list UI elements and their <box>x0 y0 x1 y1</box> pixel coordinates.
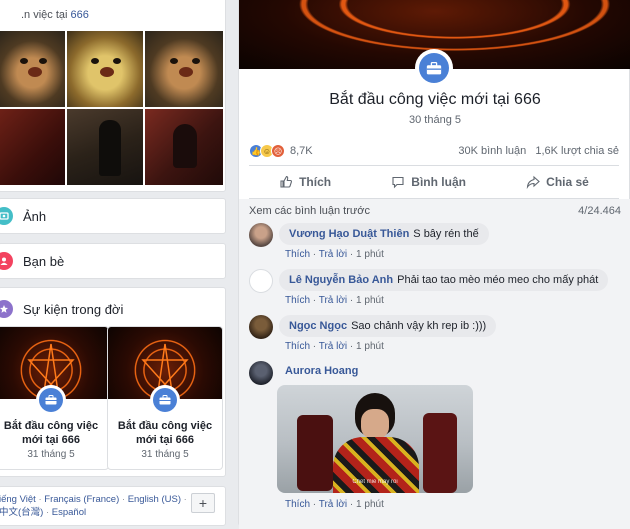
comment-text: Sao chảnh vậy kh rep ib :))) <box>351 320 487 332</box>
language-list: iếng Việt · Français (France) · English … <box>0 494 187 518</box>
video-caption: Chết mie may rồi <box>352 479 398 485</box>
sidebar-item-label: Bạn bè <box>23 253 65 269</box>
comment-like-link[interactable]: Thích <box>285 499 310 510</box>
comment-bubble: Lê Nguyễn Bảo Anh Phải tao tao mèo méo me… <box>279 269 609 291</box>
share-button-label: Chia sẻ <box>546 175 589 189</box>
photo-thumbnail[interactable] <box>145 31 223 107</box>
avatar[interactable] <box>249 223 273 247</box>
shares-count-link[interactable]: 1,6K lượt chia sẻ <box>535 145 619 157</box>
sidebar-item-life-events[interactable]: Sự kiện trong đời <box>0 300 123 318</box>
photo-grid <box>0 31 225 185</box>
life-event-card[interactable]: Bắt đầu công việc mới tại 666 31 tháng 5 <box>0 326 109 470</box>
comment-like-link[interactable]: Thích <box>285 341 310 352</box>
comment-time[interactable]: 1 phút <box>356 295 384 306</box>
language-link[interactable]: Français (France) <box>44 494 119 505</box>
life-event-card[interactable]: Bắt đầu công việc mới tại 666 31 tháng 5 <box>107 326 223 470</box>
sidebar-item-label: Sự kiện trong đời <box>23 301 124 317</box>
comment-bubble: Vương Hạo Duật Thiên S bây rén thế <box>279 223 489 245</box>
comment-video-attachment[interactable]: Chết mie may rồi <box>277 385 473 493</box>
comments-counter: 4/24.464 <box>578 205 621 217</box>
event-date: 31 tháng 5 <box>27 449 75 460</box>
photo-thumbnail[interactable] <box>67 31 143 107</box>
event-date: 31 tháng 5 <box>141 449 189 460</box>
friends-icon <box>0 252 13 270</box>
comment-button-label: Bình luận <box>411 175 466 189</box>
comment-reply-link[interactable]: Trả lời <box>319 249 347 260</box>
post-date[interactable]: 30 tháng 5 <box>239 114 630 126</box>
avatar[interactable] <box>249 315 273 339</box>
like-button-label: Thích <box>299 175 332 189</box>
left-column: .n việc tại 666 Ảnh Bạn bè Sự kiện trong… <box>0 0 228 526</box>
intro-work-text: .n việc tại <box>21 9 71 21</box>
avatar[interactable] <box>249 269 273 293</box>
sidebar-item-friends[interactable]: Bạn bè <box>0 243 226 279</box>
comment-text: S bây rén thế <box>413 228 479 240</box>
comment-bubble: Ngọc Ngọc Sao chảnh vậy kh rep ib :))) <box>279 315 497 337</box>
life-event-post: Bắt đầu công việc mới tại 666 30 tháng 5… <box>238 0 630 529</box>
sidebar-item-label: Ảnh <box>23 208 47 224</box>
thumbs-up-icon <box>280 175 293 188</box>
angry-reaction-icon: ☹ <box>271 144 285 158</box>
comments-count-link[interactable]: 30K bình luận <box>458 145 526 157</box>
comment-time[interactable]: 1 phút <box>356 341 384 352</box>
life-event-icon <box>0 300 13 318</box>
briefcase-icon <box>45 395 57 405</box>
commenter-name[interactable]: Vương Hạo Duật Thiên <box>289 228 409 240</box>
language-link[interactable]: iếng Việt <box>0 494 36 505</box>
comment-like-link[interactable]: Thích <box>285 295 310 306</box>
commenter-name[interactable]: Aurora Hoang <box>285 365 358 377</box>
comment-meta: Thích · Trả lời · 1 phút <box>285 295 384 306</box>
comment-button[interactable]: Bình luận <box>391 175 466 189</box>
event-title: Bắt đầu công việc mới tại 666 <box>3 420 99 446</box>
briefcase-icon <box>426 61 442 74</box>
language-selector-card: iếng Việt · Français (France) · English … <box>0 486 226 526</box>
view-previous-comments-link[interactable]: Xem các bình luận trước <box>249 205 370 217</box>
comment-time[interactable]: 1 phút <box>356 499 384 510</box>
post-actions-bar: Thích Bình luận Chia sẻ <box>249 165 619 199</box>
photo-thumbnail[interactable] <box>0 31 65 107</box>
intro-photos-card: .n việc tại 666 <box>0 0 226 192</box>
post-title: Bắt đầu công việc mới tại 666 <box>329 91 541 108</box>
post-stats: 👍 ☺ ☹ 8,7K 30K bình luận 1,6K lượt chia … <box>249 141 619 161</box>
reaction-count: 8,7K <box>290 145 313 157</box>
comment-like-link[interactable]: Thích <box>285 249 310 260</box>
comment-meta: Thích · Trả lời · 1 phút <box>285 249 384 260</box>
like-button[interactable]: Thích <box>279 175 331 189</box>
language-link[interactable]: 中文(台灣) <box>0 507 43 518</box>
comment-icon <box>392 176 404 189</box>
briefcase-badge <box>36 385 66 415</box>
commenter-name[interactable]: Ngọc Ngọc <box>289 320 347 332</box>
photo-thumbnail[interactable] <box>145 109 223 185</box>
comments-section: Xem các bình luận trước 4/24.464 Vương H… <box>239 199 630 529</box>
commenter-name[interactable]: Lê Nguyễn Bảo Anh <box>289 274 393 286</box>
briefcase-badge <box>150 385 180 415</box>
language-link[interactable]: English (US) <box>128 494 181 505</box>
photo-icon <box>0 207 13 225</box>
right-column: Bắt đầu công việc mới tại 666 30 tháng 5… <box>238 0 630 529</box>
intro-work-link[interactable]: 666 <box>71 9 89 21</box>
comment-reply-link[interactable]: Trả lời <box>319 499 347 510</box>
photo-thumbnail[interactable] <box>67 109 143 185</box>
intro-work-line: .n việc tại 666 <box>21 9 89 21</box>
language-link[interactable]: Español <box>52 507 86 518</box>
comment-reply-link[interactable]: Trả lời <box>319 341 347 352</box>
briefcase-badge <box>415 49 453 87</box>
comment-meta: Thích · Trả lời · 1 phút <box>285 341 384 352</box>
event-title: Bắt đầu công việc mới tại 666 <box>117 420 213 446</box>
share-icon <box>526 175 540 189</box>
photo-thumbnail[interactable] <box>0 109 65 185</box>
share-button[interactable]: Chia sẻ <box>526 175 589 189</box>
life-events-card: Sự kiện trong đời Bắt đầu công việc mới … <box>0 287 226 477</box>
comment-reply-link[interactable]: Trả lời <box>319 295 347 306</box>
avatar[interactable] <box>249 361 273 385</box>
reactions-summary[interactable]: 👍 ☺ ☹ 8,7K <box>249 144 313 158</box>
more-languages-button[interactable]: + <box>191 493 215 513</box>
comment-text: Phải tao tao mèo méo meo cho mấy phát <box>397 274 599 286</box>
comment-meta: Thích · Trả lời · 1 phút <box>285 499 384 510</box>
briefcase-icon <box>159 395 171 405</box>
sidebar-item-photos[interactable]: Ảnh <box>0 198 226 234</box>
comment-time[interactable]: 1 phút <box>356 249 384 260</box>
